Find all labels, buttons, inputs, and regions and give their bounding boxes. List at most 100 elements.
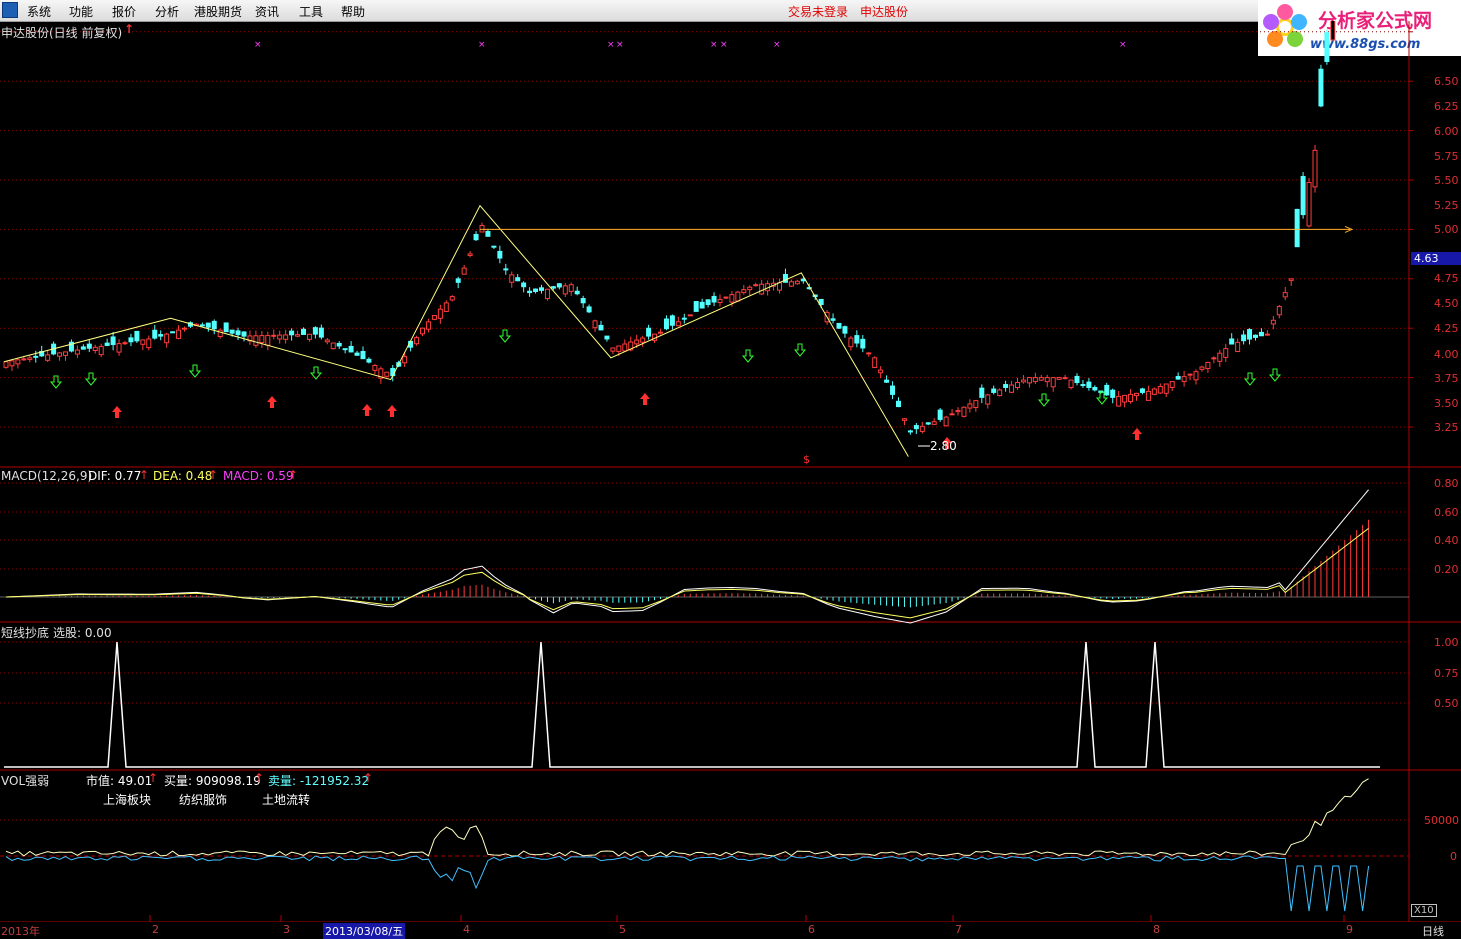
candle-up	[747, 286, 753, 291]
sector-land[interactable]: 土地流转	[262, 791, 310, 808]
candle-down	[211, 320, 217, 330]
buy-arrow-icon	[362, 404, 372, 416]
login-status: 交易未登录	[788, 5, 849, 19]
candle-down	[913, 425, 919, 430]
candle-up	[1270, 319, 1276, 325]
menu-news[interactable]: 资讯	[255, 3, 279, 20]
signal-tick: 0.75	[1434, 667, 1459, 680]
menu-tools[interactable]: 工具	[299, 3, 323, 20]
date-label: 5	[619, 923, 626, 936]
candle-up	[1163, 383, 1169, 394]
candle-up	[1015, 382, 1020, 389]
vol-scale[interactable]: X10	[1411, 904, 1437, 917]
menu-quote[interactable]: 报价	[112, 3, 136, 20]
date-label: 3	[283, 923, 290, 936]
candle-down	[158, 334, 164, 337]
candle-down	[890, 385, 896, 395]
candle-up	[961, 406, 967, 417]
candle-down	[550, 286, 556, 289]
candle-up	[1264, 333, 1270, 336]
candle-down	[235, 330, 241, 336]
current-price-tag: 4.63	[1411, 252, 1461, 265]
candle-down	[491, 245, 497, 248]
candle-down	[342, 348, 348, 351]
candle-down	[1253, 334, 1258, 338]
candle-down	[199, 324, 205, 327]
candle-down	[1104, 384, 1110, 396]
price-tick: 6.25	[1434, 100, 1459, 113]
main-panel-title: 申达股份(日线 前复权)	[1, 26, 123, 40]
menu-help[interactable]: 帮助	[341, 3, 365, 20]
candle-up	[735, 291, 741, 302]
candle-down	[1139, 388, 1145, 393]
candle-up	[622, 343, 628, 352]
candle-up	[634, 339, 640, 345]
candle-up	[283, 334, 289, 340]
current-stock-name: 申达股份	[860, 5, 909, 19]
date-label: 4	[463, 923, 470, 936]
vol-mktcap: 市值: 49.01	[86, 774, 153, 788]
candle-down	[128, 337, 134, 343]
candle-up	[723, 296, 729, 299]
candle-down	[854, 335, 860, 344]
candle-up	[1199, 366, 1205, 370]
menu-analysis[interactable]: 分析	[155, 3, 179, 20]
candle-up	[1134, 392, 1139, 397]
macd-tick: 0.60	[1434, 506, 1459, 519]
candle-down	[669, 315, 675, 326]
candle-down	[289, 330, 295, 336]
candle-up	[3, 361, 9, 368]
candle-up	[1020, 379, 1026, 383]
candle-up	[420, 327, 425, 335]
date-label: 7	[955, 923, 962, 936]
event-marker: ×	[773, 40, 781, 50]
up-arrow-icon: ↑	[363, 771, 374, 785]
menu-function[interactable]: 功能	[69, 3, 93, 20]
event-marker: ×	[710, 40, 718, 50]
candle-up	[217, 329, 223, 337]
macd-name: MACD(12,26,9)	[1, 469, 93, 483]
candle-down	[1241, 334, 1247, 342]
buy-arrow-icon	[387, 405, 397, 417]
candle-down	[1080, 384, 1086, 387]
up-arrow-icon: ↑	[288, 468, 299, 482]
buy-arrow-icon	[640, 393, 650, 405]
menu-system[interactable]: 系统	[27, 3, 51, 20]
date-axis	[0, 922, 1461, 937]
macd-tick: 0.40	[1434, 534, 1459, 547]
sell-arrow-icon	[1243, 372, 1257, 386]
price-tick: 3.25	[1434, 421, 1459, 434]
price-tick: 3.75	[1434, 372, 1459, 385]
candle-down	[527, 290, 533, 294]
candle-up	[449, 296, 455, 301]
candle-down	[604, 335, 610, 340]
candle-down	[503, 268, 509, 271]
candle-up	[98, 345, 104, 356]
candle-up	[1193, 371, 1199, 381]
candle-down	[86, 343, 92, 349]
vol-buy: 买量: 909098.19	[164, 774, 261, 788]
candle-up	[544, 288, 550, 300]
candle-up	[1181, 376, 1187, 382]
candle-down	[1258, 331, 1264, 337]
candle-up	[384, 371, 390, 377]
macd-tick: 0.80	[1434, 477, 1459, 490]
menu-bar: 系统 功能 报价 分析 港股期货 资讯 工具 帮助 交易未登录 申达股份	[0, 0, 1461, 22]
menu-hk-futures[interactable]: 港股期货	[194, 3, 242, 20]
candle-up	[568, 284, 574, 292]
up-arrow-icon: ↑	[208, 468, 219, 482]
candle-down	[896, 400, 901, 408]
candle-up	[443, 302, 449, 312]
candle-up	[306, 333, 312, 340]
candle-up	[425, 321, 431, 330]
sector-shanghai[interactable]: 上海板块	[103, 791, 151, 808]
signal-line	[4, 641, 1380, 768]
dollar-marker: $	[803, 453, 810, 466]
candle-down	[598, 324, 604, 331]
date-label: 2	[152, 923, 159, 936]
candle-up	[176, 329, 182, 339]
sell-arrow-icon	[188, 364, 202, 378]
candle-up	[640, 337, 646, 343]
sector-textile[interactable]: 纺织服饰	[179, 791, 227, 808]
event-marker: ×	[616, 40, 624, 50]
